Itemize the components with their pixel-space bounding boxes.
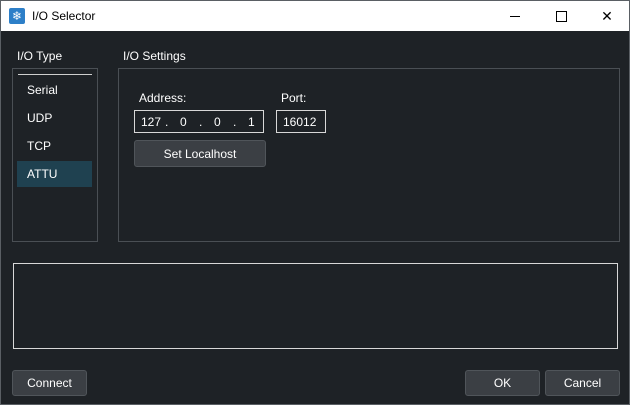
io-type-item-udp[interactable]: UDP xyxy=(17,105,92,131)
port-value: 16012 xyxy=(283,115,317,129)
maximize-icon xyxy=(555,10,567,22)
snowflake-icon: ❄ xyxy=(9,8,25,24)
ip-octet-3[interactable]: 0 xyxy=(214,115,221,129)
ip-address-input[interactable]: 127 . 0 . 0 . 1 xyxy=(134,110,264,133)
close-button[interactable]: ✕ xyxy=(584,1,630,31)
ip-dot: . xyxy=(165,115,169,129)
minimize-icon xyxy=(510,15,520,17)
port-label: Port: xyxy=(281,91,307,105)
ip-dot: . xyxy=(233,115,237,129)
list-divider xyxy=(18,74,92,75)
io-selector-window: ❄ I/O Selector ✕ I/O Type I/O Settings S… xyxy=(0,0,630,405)
title-bar[interactable]: ❄ I/O Selector ✕ xyxy=(1,1,629,31)
io-type-list: Serial UDP TCP ATTU xyxy=(12,68,98,242)
ip-octet-1[interactable]: 127 xyxy=(141,115,161,129)
io-settings-heading: I/O Settings xyxy=(123,49,186,63)
ip-octet-2[interactable]: 0 xyxy=(180,115,187,129)
close-icon: ✕ xyxy=(601,7,613,24)
connect-button[interactable]: Connect xyxy=(12,370,87,396)
cancel-button[interactable]: Cancel xyxy=(545,370,620,396)
window-title: I/O Selector xyxy=(32,9,96,23)
set-localhost-button[interactable]: Set Localhost xyxy=(134,140,266,167)
ok-button[interactable]: OK xyxy=(465,370,540,396)
maximize-button[interactable] xyxy=(538,1,584,31)
minimize-button[interactable] xyxy=(492,1,538,31)
address-label: Address: xyxy=(139,91,187,105)
io-type-item-attu[interactable]: ATTU xyxy=(17,161,92,187)
io-type-heading: I/O Type xyxy=(17,49,63,63)
log-output-area[interactable] xyxy=(13,263,618,349)
io-type-item-serial[interactable]: Serial xyxy=(17,77,92,103)
ip-octet-4[interactable]: 1 xyxy=(248,115,255,129)
io-type-item-tcp[interactable]: TCP xyxy=(17,133,92,159)
port-input[interactable]: 16012 xyxy=(276,110,326,133)
ip-dot: . xyxy=(199,115,203,129)
